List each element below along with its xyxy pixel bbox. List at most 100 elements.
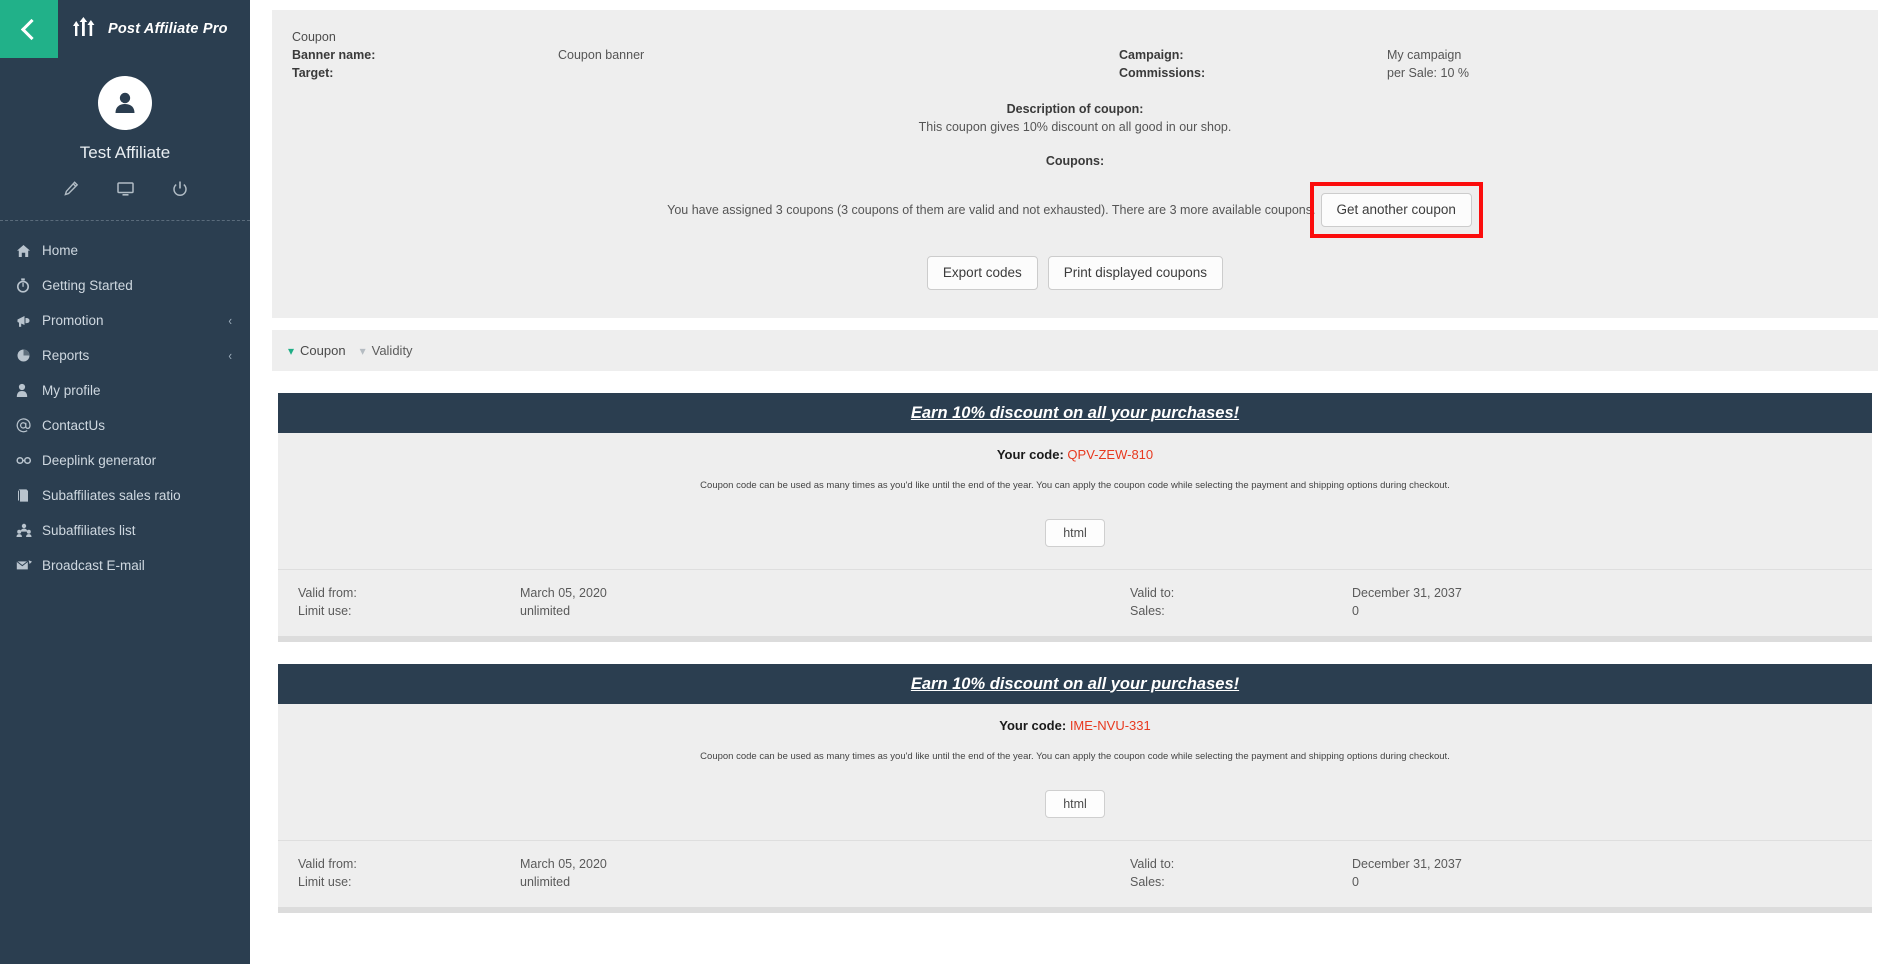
coupon-code-value: QPV-ZEW-810 <box>1067 447 1154 462</box>
coupon-html-button[interactable]: html <box>1045 519 1105 547</box>
sales-value: 0 <box>1352 875 1359 889</box>
banner-name-value: Coupon banner <box>558 48 645 62</box>
sidebar-item-contactus[interactable]: ContactUs <box>0 408 250 443</box>
sidebar-item-subaffiliates-list[interactable]: Subaffiliates list <box>0 513 250 548</box>
chevron-left-icon <box>20 18 43 40</box>
coupon-meta-right-values: December 31, 2037 0 <box>1352 855 1462 891</box>
chevron-down-icon: ▾ <box>359 343 366 358</box>
brand-name: Post Affiliate Pro <box>108 21 228 37</box>
coupon-meta-right-labels: Valid to: Sales: <box>1130 855 1352 891</box>
sidebar-item-promotion[interactable]: Promotion ‹ <box>0 303 250 338</box>
commissions-label: Commissions: <box>1119 66 1206 80</box>
sidebar: Post Affiliate Pro Test Affiliate Home G… <box>0 0 250 964</box>
card-bottom-bar <box>278 907 1872 913</box>
sidebar-item-broadcast-email[interactable]: Broadcast E-mail <box>0 548 250 583</box>
monitor-icon[interactable] <box>116 181 134 202</box>
sales-label: Sales: <box>1130 875 1165 889</box>
stopwatch-icon <box>16 278 42 293</box>
coupon-meta: Valid from: Limit use: March 05, 2020 un… <box>278 570 1872 636</box>
sidebar-divider <box>0 220 250 221</box>
coupon-format-buttons: html <box>278 790 1872 840</box>
chevron-left-icon: ‹ <box>227 348 232 363</box>
coupon-banner[interactable]: Earn 10% discount on all your purchases! <box>278 393 1872 433</box>
sidebar-item-home[interactable]: Home <box>0 233 250 268</box>
coupon-code-label: Your code: <box>999 718 1067 733</box>
valid-to-value: December 31, 2037 <box>1352 586 1462 600</box>
coupons-title: Coupons: <box>1045 154 1105 168</box>
target-label: Target: <box>292 66 334 80</box>
coupon-banner[interactable]: Earn 10% discount on all your purchases! <box>278 664 1872 704</box>
sidebar-item-label: ContactUs <box>42 418 106 433</box>
assigned-coupons-text: You have assigned 3 coupons (3 coupons o… <box>667 203 1316 217</box>
spacer-value <box>558 28 1077 46</box>
coupon-info-left-labels: Coupon Banner name: Target: <box>292 28 558 82</box>
sidebar-item-getting-started[interactable]: Getting Started <box>0 268 250 303</box>
pencil-icon[interactable] <box>63 181 79 202</box>
coupon-note: Coupon code can be used as many times as… <box>700 480 1450 491</box>
coupon-code-value: IME-NVU-331 <box>1069 718 1151 733</box>
coupon-banner-text[interactable]: Earn 10% discount on all your purchases! <box>911 675 1239 694</box>
card-bottom-bar <box>278 636 1872 642</box>
sidebar-item-label: Promotion <box>42 313 104 328</box>
coupon-info-left-values: Coupon banner <box>558 28 1077 82</box>
sidebar-collapse-button[interactable] <box>0 0 58 58</box>
coupon-banner-text[interactable]: Earn 10% discount on all your purchases! <box>911 404 1239 423</box>
sidebar-nav: Home Getting Started Promotion ‹ Reports… <box>0 233 250 583</box>
sales-value: 0 <box>1352 604 1359 618</box>
valid-from-label: Valid from: <box>298 857 357 871</box>
home-icon <box>16 244 42 258</box>
limit-use-value: unlimited <box>520 604 571 618</box>
power-icon[interactable] <box>172 181 188 202</box>
affiliate-name: Test Affiliate <box>79 143 171 162</box>
valid-from-value: March 05, 2020 <box>520 857 607 871</box>
sidebar-item-subaffiliates-sales-ratio[interactable]: Subaffiliates sales ratio <box>0 478 250 513</box>
profile-block: Test Affiliate <box>0 58 250 221</box>
chart-pie-icon <box>16 348 42 363</box>
chevron-down-icon: ▾ <box>288 343 295 358</box>
post-affiliate-pro-logo-icon <box>72 16 98 42</box>
limit-use-label: Limit use: <box>298 604 352 618</box>
print-displayed-coupons-button[interactable]: Print displayed coupons <box>1047 256 1224 290</box>
coupon-html-button[interactable]: html <box>1045 790 1105 818</box>
coupon-info-left: Coupon Banner name: Target: Coupon banne… <box>272 28 1077 82</box>
coupon-card: Earn 10% discount on all your purchases!… <box>272 393 1878 642</box>
coupon-meta-left: Valid from: Limit use: March 05, 2020 un… <box>278 855 1088 891</box>
coupon-meta-right: Valid to: Sales: December 31, 2037 0 <box>1088 855 1872 891</box>
brand[interactable]: Post Affiliate Pro <box>58 0 250 58</box>
sidebar-item-label: Deeplink generator <box>42 453 157 468</box>
export-codes-button[interactable]: Export codes <box>926 256 1038 290</box>
valid-from-label: Valid from: <box>298 586 357 600</box>
coupon-info-right: Campaign: Commissions: My campaign per S… <box>1077 28 1878 82</box>
sidebar-item-label: Reports <box>42 348 90 363</box>
banner-name-label: Banner name: <box>292 48 376 62</box>
coupon-meta-left-labels: Valid from: Limit use: <box>298 584 520 620</box>
coupon-code-line: Your code: IME-NVU-331 <box>278 718 1872 733</box>
spacer-value <box>1387 28 1878 46</box>
limit-use-value: unlimited <box>520 875 571 889</box>
coupon-note: Coupon code can be used as many times as… <box>700 751 1450 762</box>
coupon-meta-right-values: December 31, 2037 0 <box>1352 584 1462 620</box>
panel-gap <box>272 318 1878 330</box>
sidebar-item-reports[interactable]: Reports ‹ <box>0 338 250 373</box>
avatar[interactable] <box>98 76 152 130</box>
filter-chip-coupon[interactable]: ▾ Coupon <box>288 343 346 358</box>
sidebar-item-my-profile[interactable]: My profile <box>0 373 250 408</box>
campaign-value: My campaign <box>1387 48 1462 62</box>
people-icon <box>16 523 42 538</box>
coupon-meta-right-labels: Valid to: Sales: <box>1130 584 1352 620</box>
sidebar-item-label: Home <box>42 243 79 258</box>
megaphone-icon <box>16 314 42 328</box>
coupon-meta-left-labels: Valid from: Limit use: <box>298 855 520 891</box>
coupon-meta-left-values: March 05, 2020 unlimited <box>520 584 607 620</box>
filter-bar: ▾ Coupon ▾ Validity <box>272 330 1878 371</box>
user-avatar-icon <box>115 92 135 113</box>
coupon-body: Your code: QPV-ZEW-810 Coupon code can b… <box>278 433 1872 569</box>
get-another-coupon-button[interactable]: Get another coupon <box>1320 193 1472 227</box>
spacer-label <box>1119 28 1387 46</box>
sidebar-item-deeplink-generator[interactable]: Deeplink generator <box>0 443 250 478</box>
coupon-meta: Valid from: Limit use: March 05, 2020 un… <box>278 841 1872 907</box>
description-block: Description of coupon: This coupon gives… <box>272 82 1878 168</box>
at-icon <box>16 417 42 434</box>
filter-chip-validity[interactable]: ▾ Validity <box>360 343 413 358</box>
sales-label: Sales: <box>1130 604 1165 618</box>
